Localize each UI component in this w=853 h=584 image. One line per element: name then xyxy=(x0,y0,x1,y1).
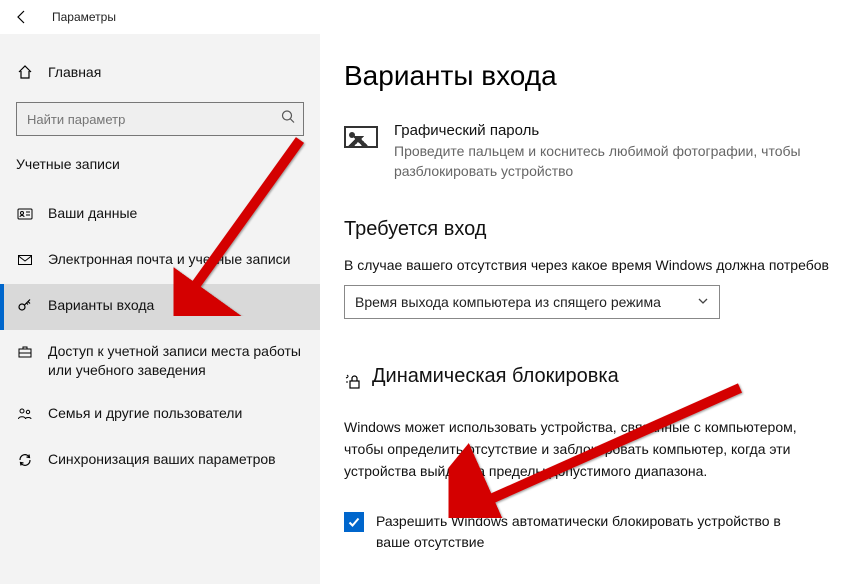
sidebar-item-label: Доступ к учетной записи места работы или… xyxy=(48,342,304,380)
picture-password-icon xyxy=(344,126,378,148)
person-card-icon xyxy=(16,206,34,222)
sidebar-item-label: Ваши данные xyxy=(48,204,137,223)
sidebar-item-label: Синхронизация ваших параметров xyxy=(48,450,276,469)
chevron-down-icon xyxy=(697,294,709,310)
sidebar-item-sync[interactable]: Синхронизация ваших параметров xyxy=(0,438,320,484)
picture-password-desc: Проведите пальцем и коснитесь любимой фо… xyxy=(394,141,814,182)
page-title: Варианты входа xyxy=(344,60,853,92)
sidebar-item-label: Семья и другие пользователи xyxy=(48,404,242,423)
sidebar-item-family[interactable]: Семья и другие пользователи xyxy=(0,392,320,438)
mail-icon xyxy=(16,252,34,268)
require-signin-heading: Требуется вход xyxy=(344,218,853,241)
sync-icon xyxy=(16,452,34,468)
main-content: Варианты входа Графический пароль Провед… xyxy=(320,34,853,584)
app-title: Параметры xyxy=(52,10,116,24)
home-label: Главная xyxy=(48,64,101,80)
sidebar-home[interactable]: Главная xyxy=(0,52,320,92)
dynamic-lock-checkbox-label: Разрешить Windows автоматически блокиров… xyxy=(376,511,806,554)
key-icon xyxy=(16,298,34,314)
search-input[interactable] xyxy=(16,102,304,136)
sidebar-item-label: Электронная почта и учетные записи xyxy=(48,250,290,269)
back-button[interactable] xyxy=(8,3,36,31)
require-signin-section: Требуется вход В случае вашего отсутстви… xyxy=(344,218,853,319)
dynamic-lock-desc: Windows может использовать устройства, с… xyxy=(344,416,804,483)
picture-password-title: Графический пароль xyxy=(394,122,814,139)
sidebar-section-title: Учетные записи xyxy=(0,156,320,172)
sidebar-nav: Ваши данные Электронная почта и учетные … xyxy=(0,192,320,484)
dynamic-lock-checkbox[interactable] xyxy=(344,512,364,532)
sidebar-item-your-info[interactable]: Ваши данные xyxy=(0,192,320,238)
titlebar: Параметры xyxy=(0,0,853,34)
sidebar-item-label: Варианты входа xyxy=(48,296,154,315)
sidebar-item-email[interactable]: Электронная почта и учетные записи xyxy=(0,238,320,284)
sidebar: Главная Учетные записи Ваши данные xyxy=(0,34,320,584)
dynamic-lock-section: Динамическая блокировка Windows может ис… xyxy=(344,365,853,555)
people-icon xyxy=(16,406,34,422)
require-signin-select[interactable]: Время выхода компьютера из спящего режим… xyxy=(344,285,720,319)
require-signin-desc: В случае вашего отсутствия через какое в… xyxy=(344,257,853,273)
briefcase-icon xyxy=(16,344,34,360)
sidebar-item-signin-options[interactable]: Варианты входа xyxy=(0,284,320,330)
picture-password-option[interactable]: Графический пароль Проведите пальцем и к… xyxy=(344,122,853,182)
select-value: Время выхода компьютера из спящего режим… xyxy=(355,294,661,310)
dynamic-lock-heading: Динамическая блокировка xyxy=(372,365,619,388)
home-icon xyxy=(16,64,34,80)
search-wrap xyxy=(16,102,304,136)
sidebar-item-work-access[interactable]: Доступ к учетной записи места работы или… xyxy=(0,330,320,392)
dynamic-lock-icon xyxy=(344,372,364,397)
